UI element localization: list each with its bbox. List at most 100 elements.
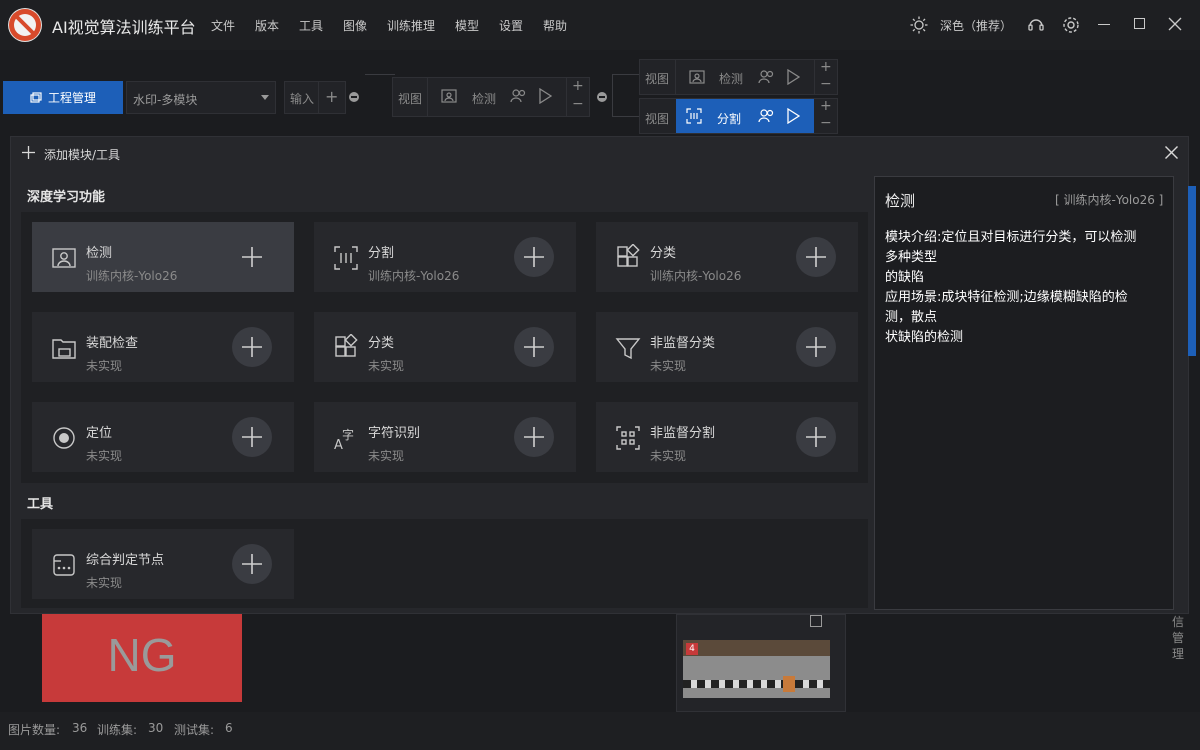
divider — [318, 82, 319, 113]
module-card-title: 分类 — [650, 246, 677, 261]
add-module-button[interactable] — [232, 417, 272, 457]
detail-line: 多种类型 — [885, 250, 938, 265]
play-icon[interactable] — [786, 69, 800, 85]
add-module-button[interactable] — [514, 327, 554, 367]
project-select[interactable]: 水印-多模块 — [126, 81, 276, 114]
connector-line — [612, 74, 640, 75]
add-module-button[interactable] — [796, 417, 836, 457]
ocr-icon: A字 — [332, 424, 360, 452]
module-card-title: 分割 — [368, 246, 395, 261]
divider — [566, 78, 567, 116]
add-module-button[interactable] — [232, 544, 272, 584]
add-module-button[interactable] — [796, 327, 836, 367]
train-count-value: 30 — [148, 721, 164, 735]
minimize-icon[interactable] — [1098, 24, 1110, 25]
section-title-tools: 工具 — [27, 497, 54, 512]
module-card[interactable]: 定位 未实现 — [32, 402, 294, 472]
add-module-button[interactable] — [514, 237, 554, 277]
support-icon[interactable] — [1027, 16, 1045, 34]
menu-image[interactable]: 图像 — [343, 17, 367, 34]
users-icon[interactable] — [758, 69, 775, 85]
scrollbar[interactable] — [1188, 186, 1196, 356]
view-label: 视图 — [645, 72, 670, 86]
project-management-button[interactable]: 工程管理 — [3, 81, 123, 114]
project-select-value: 水印-多模块 — [133, 93, 198, 107]
gear-icon[interactable] — [1062, 16, 1080, 34]
thumbnail-badge: 4 — [686, 643, 698, 655]
svg-text:字: 字 — [342, 427, 354, 442]
module-card[interactable]: 综合判定节点 未实现 — [32, 529, 294, 599]
detail-description: 模块介绍:定位且对目标进行分类，可以检测 多种类型 的缺陷 应用场景:成块特征检… — [885, 228, 1165, 348]
project-management-label: 工程管理 — [47, 91, 96, 105]
detail-line: 应用场景:成块特征检测;边缘模糊缺陷的检 — [885, 290, 1128, 305]
module-card-title: 分类 — [368, 336, 395, 351]
detect-remove-button[interactable]: − — [820, 76, 832, 92]
module-card[interactable]: 分类 训练内核-Yolo26 — [596, 222, 858, 292]
menu-version[interactable]: 版本 — [255, 17, 279, 34]
add-module-button[interactable] — [796, 237, 836, 277]
app-logo-icon — [8, 8, 42, 42]
dialog-title: 添加模块/工具 — [44, 148, 121, 162]
module-card-title: 综合判定节点 — [86, 553, 165, 568]
module-card-subtitle: 训练内核-Yolo26 — [86, 269, 178, 283]
theme-selector[interactable]: 深色（推荐） — [940, 17, 1012, 34]
segment-add-button[interactable]: + — [820, 98, 832, 114]
filter-icon — [614, 334, 642, 362]
close-icon[interactable] — [1165, 146, 1178, 159]
play-icon[interactable] — [786, 108, 800, 124]
connector-line — [365, 74, 395, 75]
module-card-title: 非监督分割 — [650, 426, 716, 441]
module-card-subtitle: 未实现 — [368, 449, 405, 463]
plus-icon — [22, 146, 35, 159]
menu-settings[interactable]: 设置 — [499, 17, 523, 34]
users-icon[interactable] — [510, 88, 527, 104]
menu-file[interactable]: 文件 — [211, 17, 235, 34]
section-header-tools — [21, 483, 868, 519]
module-card-subtitle: 未实现 — [368, 359, 405, 373]
test-count-label: 测试集: — [174, 723, 215, 737]
module-card-title: 定位 — [86, 426, 113, 441]
module-card[interactable]: 检测训练内核-Yolo26 — [32, 222, 294, 292]
module-card[interactable]: 分类 未实现 — [314, 312, 576, 382]
module-card-subtitle: 未实现 — [650, 359, 687, 373]
remove-connection-icon[interactable] — [349, 92, 359, 102]
detail-line: 的缺陷 — [885, 270, 925, 285]
module-card-title: 检测 — [86, 246, 113, 261]
add-module-button[interactable] — [514, 417, 554, 457]
unsupervised-segment-icon — [614, 424, 642, 452]
module-card[interactable]: 分割 训练内核-Yolo26 — [314, 222, 576, 292]
menu-tools[interactable]: 工具 — [299, 17, 323, 34]
detect-icon — [50, 244, 78, 272]
view-label: 视图 — [398, 92, 423, 106]
test-count-value: 6 — [225, 721, 233, 735]
segment-remove-button[interactable]: − — [820, 115, 832, 131]
menu-model[interactable]: 模型 — [455, 17, 479, 34]
remove-connection-icon[interactable] — [597, 92, 607, 102]
module-card[interactable]: 非监督分类 未实现 — [596, 312, 858, 382]
input-add-button[interactable]: + — [325, 87, 338, 106]
add-module-button[interactable] — [232, 237, 272, 277]
thumbnail-checkbox[interactable] — [810, 615, 822, 627]
divider — [814, 60, 815, 94]
module-card[interactable]: 装配检查 未实现 — [32, 312, 294, 382]
chevron-down-icon — [261, 95, 269, 100]
add-module-button[interactable] — [232, 327, 272, 367]
play-icon[interactable] — [538, 88, 552, 104]
module-card[interactable]: A 字字符识别 未实现 — [314, 402, 576, 472]
menu-help[interactable]: 帮助 — [543, 17, 567, 34]
detail-kernel-tag: [ 训练内核-Yolo26 ] — [1055, 193, 1164, 207]
detect-add-button[interactable]: + — [820, 59, 832, 75]
ng-result-label: NG — [107, 629, 177, 681]
module-card[interactable]: 非监督分割 未实现 — [596, 402, 858, 472]
close-window-icon[interactable] — [1168, 17, 1182, 31]
sun-icon[interactable] — [910, 16, 928, 34]
detect-remove-button[interactable]: − — [572, 96, 584, 112]
detect-add-button[interactable]: + — [572, 78, 584, 94]
classify-icon — [614, 244, 642, 272]
users-icon[interactable] — [758, 108, 775, 124]
maximize-icon[interactable] — [1134, 18, 1145, 29]
menu-train-infer[interactable]: 训练推理 — [387, 17, 435, 34]
image-thumbnail[interactable] — [683, 640, 830, 698]
image-count-label: 图片数量: — [8, 723, 61, 737]
divider — [427, 78, 428, 116]
